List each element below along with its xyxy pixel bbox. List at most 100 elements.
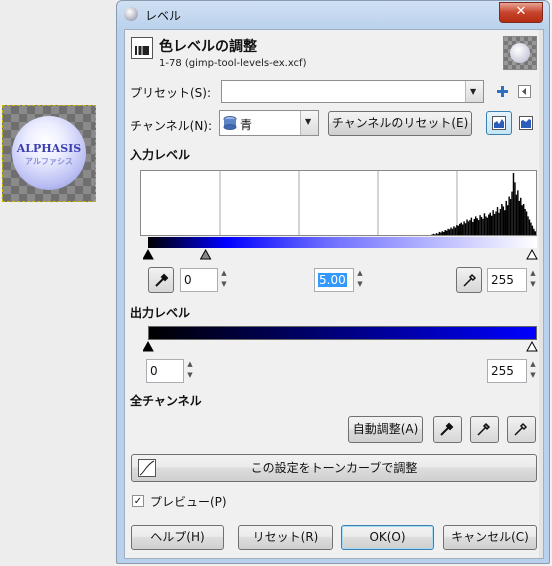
histogram-bar	[483, 213, 486, 235]
white-point-handle[interactable]	[526, 248, 538, 260]
output-high-field[interactable]: 255 ▲ ▼	[487, 359, 536, 383]
preset-menu-icon[interactable]	[518, 85, 531, 98]
spin-down-icon[interactable]: ▼	[355, 279, 365, 290]
spin-up-icon[interactable]: ▲	[528, 268, 538, 279]
histogram-bar	[445, 230, 448, 235]
log-histogram-icon	[519, 116, 533, 130]
spin-up-icon[interactable]: ▲	[355, 268, 365, 279]
histogram-bar	[520, 197, 522, 235]
histogram-bar	[502, 206, 505, 235]
histogram-bar	[531, 225, 534, 235]
ok-button[interactable]: OK(O)	[341, 525, 434, 550]
histogram-bar	[459, 223, 461, 235]
black-point-picker-button[interactable]	[433, 416, 462, 443]
histogram-bar	[527, 216, 529, 235]
edit-as-curves-label: この設定をトーンカーブで調整	[250, 461, 418, 475]
histogram-bar	[482, 218, 484, 235]
curves-icon	[138, 459, 156, 477]
output-low-field[interactable]: 0 ▲ ▼	[146, 359, 193, 383]
auto-adjust-button[interactable]: 自動調整(A)	[348, 416, 423, 443]
spin-down-icon[interactable]: ▼	[185, 370, 195, 381]
histogram-bar	[495, 211, 497, 235]
histogram-bar	[472, 221, 474, 235]
gamma-field[interactable]: 5.00 ▲ ▼	[314, 268, 363, 292]
edit-as-curves-button[interactable]: この設定をトーンカーブで調整	[131, 454, 537, 482]
histogram-bar	[521, 205, 523, 235]
input-low-field[interactable]: 0 ▲ ▼	[180, 268, 227, 292]
gimp-app-icon	[124, 7, 138, 21]
histogram-bar	[528, 219, 531, 235]
levels-icon	[131, 37, 153, 59]
preview-checkbox[interactable]: ✓	[132, 495, 144, 507]
histogram-bar	[534, 231, 536, 235]
input-levels-heading: 入力レベル	[130, 148, 191, 162]
help-button[interactable]: ヘルプ(H)	[131, 525, 224, 550]
chevron-down-icon[interactable]	[465, 81, 483, 102]
histogram-bar	[447, 228, 449, 235]
output-high-handle[interactable]	[526, 340, 538, 352]
histogram-bar	[438, 231, 441, 235]
close-button[interactable]: ✕	[499, 2, 543, 23]
logo-subtext: アルファシス	[25, 156, 73, 166]
black-point-handle[interactable]	[143, 248, 154, 260]
scrollbar[interactable]	[539, 30, 543, 558]
spin-down-icon[interactable]: ▼	[528, 370, 538, 381]
histogram	[140, 170, 537, 236]
spin-up-icon[interactable]: ▲	[185, 359, 195, 370]
histogram-bar	[488, 214, 490, 235]
linear-histogram-button[interactable]	[486, 111, 512, 135]
preset-label: プリセット(S):	[130, 86, 212, 100]
all-channels-heading: 全チャンネル	[130, 394, 202, 408]
log-histogram-button[interactable]	[513, 111, 539, 135]
channel-reset-button[interactable]: チャンネルのリセット(E)	[328, 111, 472, 136]
histogram-bar	[469, 220, 471, 235]
linear-histogram-icon	[492, 116, 506, 130]
histogram-bar	[511, 191, 513, 235]
histogram-bar	[476, 218, 478, 235]
gamma-handle[interactable]	[199, 248, 212, 260]
histogram-bar	[490, 215, 493, 235]
image-canvas[interactable]: ALPHASIS アルファシス	[0, 0, 116, 566]
histogram-bar	[440, 232, 442, 235]
spin-down-icon[interactable]: ▼	[219, 279, 229, 290]
histogram-bar	[517, 190, 519, 235]
gamma-value: 5.00	[318, 273, 347, 287]
output-gradient	[148, 326, 537, 340]
cancel-button[interactable]: キャンセル(C)	[443, 525, 537, 550]
add-preset-icon[interactable]	[496, 85, 509, 98]
histogram-bar	[451, 228, 454, 235]
histogram-bar	[470, 217, 473, 235]
histogram-bar	[496, 207, 499, 235]
input-gradient	[148, 237, 537, 248]
white-picker-button[interactable]	[456, 267, 482, 293]
output-high-value: 255	[491, 364, 514, 378]
input-handles[interactable]	[143, 248, 541, 260]
preset-combo[interactable]	[221, 80, 484, 103]
histogram-bar	[506, 205, 509, 235]
histogram-bar	[514, 182, 516, 235]
chevron-down-icon[interactable]	[300, 111, 318, 135]
channel-label: チャンネル(N):	[130, 119, 213, 133]
black-picker-button[interactable]	[148, 267, 174, 293]
image-thumbnail[interactable]: ALPHASIS アルファシス	[2, 105, 96, 202]
gray-point-picker-button[interactable]	[470, 416, 499, 443]
white-point-picker-button[interactable]	[507, 416, 536, 443]
histogram-bar	[480, 217, 483, 235]
spin-up-icon[interactable]: ▲	[528, 359, 538, 370]
spin-up-icon[interactable]: ▲	[219, 268, 229, 279]
eyedropper-icon	[463, 273, 477, 287]
output-handles[interactable]	[143, 340, 541, 352]
histogram-bar	[457, 225, 460, 235]
reset-button[interactable]: リセット(R)	[238, 525, 333, 550]
eyedropper-icon	[440, 422, 454, 436]
title-bar[interactable]: レベル ✕	[117, 1, 549, 29]
preview-label: プレビュー(P)	[150, 495, 227, 509]
spin-down-icon[interactable]: ▼	[528, 279, 538, 290]
histogram-bar	[508, 196, 510, 235]
histogram-bar	[437, 233, 439, 235]
channel-combo[interactable]: 青	[219, 110, 319, 136]
histogram-bar	[460, 222, 462, 235]
output-low-handle[interactable]	[143, 340, 154, 352]
input-high-field[interactable]: 255 ▲ ▼	[487, 268, 536, 292]
histogram-bar	[443, 231, 445, 235]
